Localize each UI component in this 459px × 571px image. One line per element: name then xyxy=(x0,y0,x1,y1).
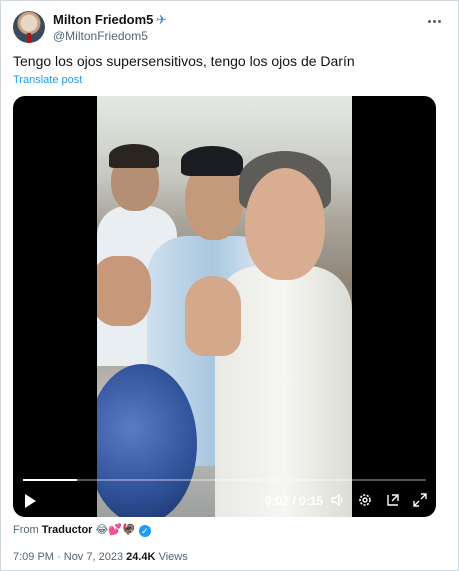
picture-in-picture-icon[interactable] xyxy=(384,492,402,510)
post-header: Milton Friedom5 ✈ @MiltonFriedom5 xyxy=(13,11,446,45)
video-progress-fill xyxy=(23,479,77,481)
video-frame xyxy=(97,96,352,517)
author-handle[interactable]: @MiltonFriedom5 xyxy=(53,29,148,43)
more-options-icon[interactable] xyxy=(422,13,446,29)
from-label: From xyxy=(13,524,39,536)
volume-icon[interactable] xyxy=(329,492,347,510)
verified-badge-icon: ✓ xyxy=(138,525,151,537)
post-date[interactable]: Nov 7, 2023 xyxy=(64,551,123,563)
author-name[interactable]: Milton Friedom5 xyxy=(53,12,153,27)
source-line: From Traductor 😂💕🦃 ✓ xyxy=(13,523,151,537)
source-app-name[interactable]: Traductor xyxy=(42,524,93,536)
views-count: 24.4K xyxy=(126,551,156,563)
meta-separator: · xyxy=(53,551,64,563)
views-label: Views xyxy=(158,551,188,563)
translate-post-link[interactable]: Translate post xyxy=(13,74,82,86)
settings-icon[interactable] xyxy=(356,492,374,510)
video-time: 0:02 / 0:15 xyxy=(265,494,324,508)
airplane-icon: ✈ xyxy=(156,12,167,27)
fullscreen-icon[interactable] xyxy=(411,492,429,510)
author-avatar[interactable] xyxy=(13,11,45,43)
video-player[interactable]: 0:02 / 0:15 xyxy=(13,96,436,517)
post-meta: 7:09 PM · Nov 7, 2023 24.4K Views xyxy=(13,551,188,563)
video-progress-bar[interactable] xyxy=(23,479,426,481)
post-text: Tengo los ojos supersensitivos, tengo lo… xyxy=(13,53,355,69)
post-time[interactable]: 7:09 PM xyxy=(13,551,54,563)
play-icon[interactable] xyxy=(25,494,36,508)
source-emojis: 😂💕🦃 xyxy=(95,524,136,536)
post-card: Milton Friedom5 ✈ @MiltonFriedom5 Tengo … xyxy=(0,0,459,571)
